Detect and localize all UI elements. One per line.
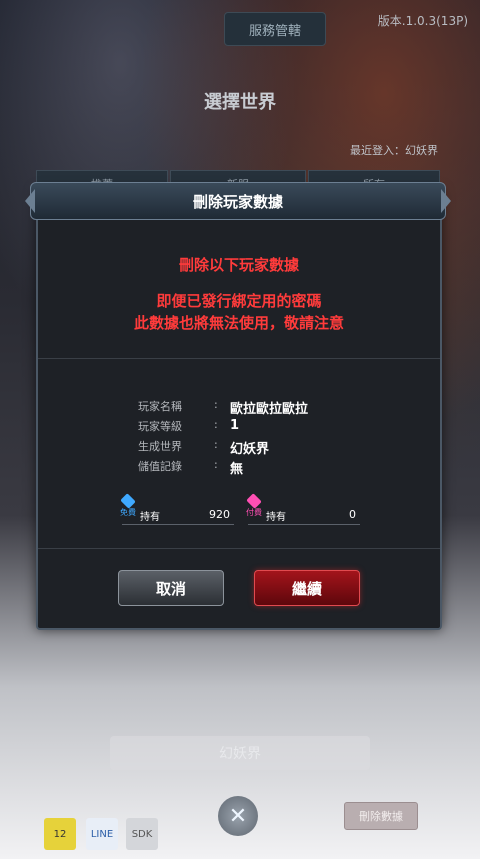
info-value: 1: [230, 418, 240, 433]
divider-bottom: [38, 548, 440, 549]
paid-gem-icon: 付費: [246, 493, 262, 518]
paid-currency-value: 0: [349, 508, 356, 521]
info-colon: :: [214, 458, 218, 471]
delete-data-button[interactable]: 刪除數據: [344, 802, 418, 830]
top-server-button[interactable]: 服務管轄: [224, 12, 326, 46]
last-login-label: 最近登入：幻妖界: [350, 144, 438, 157]
sdk-logo-icon: SDK: [126, 818, 158, 850]
warning-title: 刪除以下玩家數據: [178, 256, 299, 274]
game-logo-icon: ✕: [218, 796, 258, 836]
free-currency-held-label: 持有: [140, 512, 160, 523]
info-label: 生成世界: [138, 440, 182, 453]
info-colon: :: [214, 438, 218, 451]
free-currency-tag: 免費: [120, 508, 136, 517]
info-value: 無: [230, 462, 244, 477]
paid-currency-held-label: 持有: [266, 512, 286, 523]
free-currency: 免費 持有 920: [120, 493, 234, 525]
info-colon: :: [214, 418, 218, 431]
info-value: 幻妖界: [230, 442, 270, 457]
line-logo-icon: LINE: [86, 818, 118, 850]
continue-button[interactable]: 繼續: [254, 570, 360, 606]
free-gem-icon: 免費: [120, 493, 136, 518]
cancel-button[interactable]: 取消: [118, 570, 224, 606]
world-select-button[interactable]: 幻妖界: [110, 736, 370, 770]
delete-player-dialog: 刪除玩家數據 刪除以下玩家數據 即便已發行綁定用的密碼 此數據也將無法使用，敬請…: [25, 182, 451, 630]
info-value: 歐拉歐拉歐拉: [230, 402, 309, 417]
select-world-title: 選擇世界: [204, 92, 276, 113]
paid-currency: 付費 持有 0: [246, 493, 360, 525]
info-colon: :: [214, 398, 218, 411]
warning-line-2: 此數據也將無法使用，敬請注意: [133, 314, 344, 332]
warning-line-1: 即便已發行綁定用的密碼: [156, 292, 322, 310]
info-label: 玩家名稱: [138, 400, 182, 413]
version-label: 版本.1.0.3(13P): [377, 14, 468, 28]
dialog-header: 刪除玩家數據: [25, 182, 451, 220]
dialog-title: 刪除玩家數據: [192, 192, 283, 211]
paid-currency-tag: 付費: [246, 508, 262, 517]
divider-top: [38, 358, 440, 359]
free-currency-value: 920: [209, 508, 230, 521]
info-label: 儲值記錄: [138, 460, 182, 473]
age-rating-icon: 12: [44, 818, 76, 850]
info-label: 玩家等級: [138, 420, 182, 433]
